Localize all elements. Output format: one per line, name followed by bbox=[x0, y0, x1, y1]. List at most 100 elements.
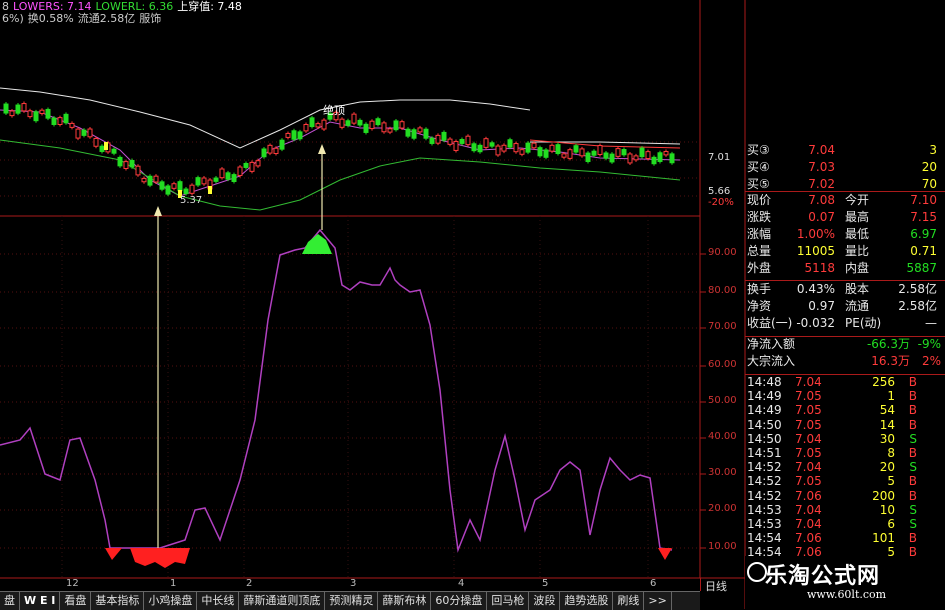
candle-body bbox=[567, 149, 573, 159]
tab-1[interactable]: W E I bbox=[20, 592, 61, 610]
candle-body bbox=[555, 144, 561, 155]
tab-4[interactable]: 小鸡操盘 bbox=[144, 592, 198, 610]
fund-row: 换手 0.43% 股本 2.58亿 bbox=[745, 281, 945, 298]
candle-body bbox=[471, 143, 477, 152]
sell-arrow-head-icon bbox=[318, 144, 326, 154]
candle-body bbox=[645, 151, 651, 160]
fund-value: 2.58亿 bbox=[898, 299, 937, 313]
candle-body bbox=[273, 147, 279, 155]
stat-row: 总量 11005 量比 0.71 bbox=[745, 243, 945, 260]
candle-body bbox=[315, 123, 321, 128]
candle-body bbox=[201, 177, 207, 185]
candle-body bbox=[615, 148, 621, 157]
bid-volume: 20 bbox=[921, 160, 937, 174]
tab-7[interactable]: 预测精灵 bbox=[325, 592, 379, 610]
bid-volume: 3 bbox=[929, 143, 937, 157]
candle-body bbox=[435, 134, 441, 144]
tab-9[interactable]: 60分操盘 bbox=[431, 592, 488, 610]
candle-body bbox=[165, 185, 171, 195]
candle-body bbox=[603, 152, 609, 159]
indicator-axis-label: 40.00 bbox=[708, 431, 737, 442]
candle-body bbox=[465, 135, 471, 146]
tab-2[interactable]: 看盘 bbox=[60, 592, 92, 610]
candle-body bbox=[261, 148, 267, 158]
stat-label: 涨幅 bbox=[747, 227, 772, 241]
candle-body bbox=[519, 149, 525, 155]
legend-item: 上穿值: 7.48 bbox=[177, 0, 242, 13]
indicator-axis-label: 50.00 bbox=[708, 395, 737, 406]
fund-row: 收益(一) -0.032 PE(动) — bbox=[745, 315, 945, 332]
bid-row: 买④ 7.03 20 bbox=[745, 159, 945, 176]
candle-body bbox=[15, 104, 21, 114]
watermark-url: www.60lt.com bbox=[807, 588, 887, 601]
price-axis-label: -20% bbox=[708, 197, 734, 208]
buy-arrow-head-icon bbox=[154, 206, 162, 216]
period-selector[interactable]: 日线 bbox=[700, 578, 745, 593]
time-axis-label: 1 bbox=[170, 578, 177, 589]
candle-body bbox=[363, 123, 369, 133]
candle-body bbox=[537, 147, 543, 157]
candle-body bbox=[57, 117, 63, 125]
bottom-signal-fill bbox=[105, 548, 122, 560]
candle-body bbox=[147, 175, 153, 186]
candle-body bbox=[639, 147, 645, 158]
candle-body bbox=[489, 142, 495, 147]
watermark-title: 乐淘公式网 bbox=[765, 563, 881, 589]
candle-body bbox=[657, 152, 663, 162]
tab-11[interactable]: 波段 bbox=[529, 592, 561, 610]
candle-body bbox=[3, 103, 9, 114]
candle-highlight bbox=[208, 186, 212, 194]
candle-body bbox=[561, 153, 567, 158]
candle-body bbox=[399, 121, 405, 129]
tab-5[interactable]: 中长线 bbox=[197, 592, 240, 610]
tab-12[interactable]: 趋势选股 bbox=[560, 592, 614, 610]
tab-10[interactable]: 回马枪 bbox=[487, 592, 530, 610]
candle-body bbox=[87, 128, 93, 138]
tab-8[interactable]: 薛斯布林 bbox=[378, 592, 432, 610]
stat-value: 11005 bbox=[796, 244, 835, 258]
candle-body bbox=[357, 119, 363, 126]
candle-body bbox=[153, 175, 159, 183]
stat-value: 7.08 bbox=[808, 193, 835, 207]
quote-panel: 买③ 7.04 3 买④ 7.03 20 买⑤ 7.02 70 现价 7.08 今开 7.10 涨跌 0.0… bbox=[745, 140, 945, 574]
candle-body bbox=[351, 113, 357, 124]
candle-body bbox=[291, 130, 297, 140]
stat-row: 涨跌 0.07 最高 7.15 bbox=[745, 209, 945, 226]
price-axis-label: 7.01 bbox=[708, 152, 731, 163]
candle-body bbox=[417, 127, 423, 133]
indicator-line bbox=[0, 228, 673, 553]
flow-label: 净流入额 bbox=[747, 337, 796, 351]
tab-0[interactable]: 盘 bbox=[0, 592, 20, 610]
stat-label: 总量 bbox=[747, 244, 772, 258]
candle-body bbox=[279, 139, 285, 150]
candle-body bbox=[495, 145, 501, 156]
stat-label: 最高 bbox=[845, 210, 870, 224]
low-price-label: 5.37 bbox=[180, 195, 203, 206]
candle-body bbox=[249, 161, 255, 172]
stat-label: 涨跌 bbox=[747, 210, 772, 224]
stat-row: 涨幅 1.00% 最低 6.97 bbox=[745, 226, 945, 243]
candle-body bbox=[237, 166, 243, 176]
tab-6[interactable]: 薛斯通道则顶底 bbox=[239, 592, 326, 610]
fund-value: 0.43% bbox=[796, 282, 835, 296]
tab-13[interactable]: 刷线 bbox=[613, 592, 645, 610]
candle-body bbox=[243, 162, 249, 168]
candle-body bbox=[255, 160, 261, 167]
candle-body bbox=[387, 128, 393, 133]
candle-body bbox=[651, 156, 657, 165]
top-signal-fill bbox=[302, 234, 332, 254]
candle-body bbox=[543, 149, 549, 158]
tab-14[interactable]: >> bbox=[644, 592, 672, 610]
candle-body bbox=[171, 183, 177, 189]
candle-body bbox=[21, 103, 27, 112]
tab-3[interactable]: 基本指标 bbox=[91, 592, 145, 610]
price-axis-label: 5.66 bbox=[708, 186, 731, 197]
candle-body bbox=[123, 161, 129, 169]
indicator-legend-line2: 6%) 换0.58% 流通2.58亿 服饰 bbox=[2, 12, 165, 25]
watermark-logo-icon bbox=[747, 562, 767, 582]
grid-lines bbox=[0, 0, 746, 609]
fund-value: 0.97 bbox=[808, 299, 835, 313]
candle-body bbox=[135, 165, 141, 176]
candle-body bbox=[507, 139, 513, 148]
candle-body bbox=[321, 119, 327, 130]
